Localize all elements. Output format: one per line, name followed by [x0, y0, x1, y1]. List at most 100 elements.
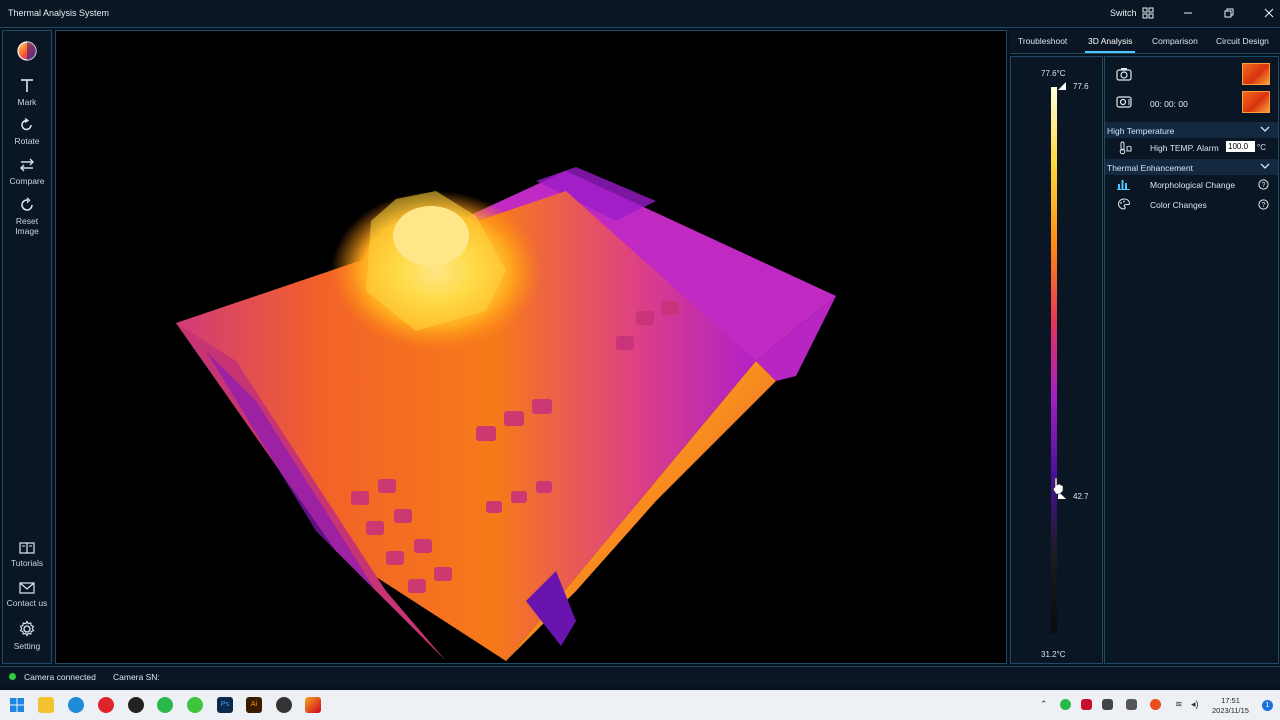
clock-date: 2023/11/15	[1212, 706, 1249, 715]
clock-time: 17:51	[1221, 696, 1240, 705]
snapshot-thumbnail[interactable]	[1242, 63, 1270, 85]
contact-us-label: Contact us	[6, 598, 48, 608]
lower-marker-value: 42.7	[1073, 492, 1089, 501]
camera-icon[interactable]	[1116, 67, 1132, 81]
tutorials-button[interactable]: Tutorials	[3, 541, 51, 568]
qq-app-icon[interactable]	[128, 697, 144, 713]
rotate-icon	[21, 117, 32, 131]
tab-comparison[interactable]: Comparison	[1152, 36, 1198, 46]
illustrator-icon[interactable]: Ai	[246, 697, 262, 713]
svg-text:?: ?	[1262, 202, 1266, 209]
thermal-enhancement-section-header[interactable]: Thermal Enhancement	[1105, 159, 1278, 175]
bar-chart-icon	[1117, 180, 1130, 190]
reset-image-label: Reset Image	[15, 216, 39, 236]
chat-app-icon[interactable]	[187, 697, 203, 713]
app-title: Thermal Analysis System	[8, 8, 110, 18]
photo-capture-row	[1105, 63, 1278, 87]
reset-icon	[21, 197, 33, 211]
camera-serial-label: Camera SN:	[113, 672, 160, 682]
right-options-panel: 00: 00: 00 High Temperature High TEMP. A…	[1104, 56, 1279, 664]
upper-marker-icon[interactable]	[1058, 82, 1068, 90]
thermal-surface-render	[176, 167, 836, 661]
reset-image-button[interactable]: Reset Image	[3, 197, 51, 236]
tray-pen-icon[interactable]	[1102, 699, 1113, 710]
temperature-color-bar	[1051, 87, 1057, 633]
close-button[interactable]	[1258, 4, 1280, 22]
gear-icon	[19, 620, 35, 637]
connection-status-text: Camera connected	[24, 672, 96, 682]
compare-button[interactable]: Compare	[3, 157, 51, 186]
palette-button[interactable]	[3, 41, 51, 64]
analysis-tabs: Troubleshoot 3D Analysis Comparison Circ…	[1010, 30, 1280, 54]
video-capture-row: 00: 00: 00	[1105, 91, 1278, 115]
thermal-app-taskbar-icon[interactable]	[305, 697, 321, 713]
video-record-icon[interactable]	[1116, 95, 1132, 109]
upper-marker-value: 77.6	[1073, 82, 1089, 91]
minimize-button[interactable]	[1177, 4, 1199, 22]
thermometer-alarm-icon	[1119, 141, 1132, 155]
switch-icon	[1142, 7, 1154, 19]
scale-min-label: 31.2°C	[1041, 650, 1066, 659]
morphological-change-row[interactable]: Morphological Change ?	[1105, 176, 1278, 194]
status-bar: Camera connected Camera SN:	[0, 666, 1280, 686]
compare-arrows-icon	[20, 158, 34, 172]
photoshop-icon[interactable]: Ps	[217, 697, 233, 713]
music-app-icon[interactable]	[98, 697, 114, 713]
svg-text:?: ?	[1262, 182, 1266, 189]
mail-icon	[19, 582, 35, 594]
tray-wechat-icon[interactable]	[1060, 699, 1071, 710]
tray-app-icon[interactable]	[1081, 699, 1092, 710]
mark-label: Mark	[17, 97, 37, 107]
mark-button[interactable]: Mark	[3, 78, 51, 107]
edge-browser-icon[interactable]	[68, 697, 84, 713]
tray-settings-icon[interactable]	[1126, 699, 1137, 710]
tray-expand-icon[interactable]: ⌃	[1040, 699, 1048, 710]
palette-icon	[17, 41, 37, 61]
temperature-scale-panel: 77.6°C 77.6 42.7 31.2°C	[1010, 56, 1103, 664]
recording-thumbnail[interactable]	[1242, 91, 1270, 113]
compare-label: Compare	[9, 176, 45, 186]
left-toolbar: Mark Rotate Compare Reset Image Tutorial…	[2, 30, 52, 664]
tutorials-label: Tutorials	[10, 558, 44, 568]
app-window: Thermal Analysis System Switch Mark Rota…	[0, 0, 1280, 720]
morphological-change-label: Morphological Change	[1150, 180, 1236, 190]
setting-button[interactable]: Setting	[3, 620, 51, 651]
help-icon[interactable]: ?	[1258, 199, 1269, 210]
switch-label: Switch	[1110, 8, 1137, 18]
high-temperature-section-header[interactable]: High Temperature	[1105, 122, 1278, 138]
os-taskbar: Ps Ai ⌃ ≋ ◂) 17:51 2023/11/15 1	[0, 690, 1280, 720]
wechat-icon[interactable]	[157, 697, 173, 713]
thermal-enhancement-title: Thermal Enhancement	[1107, 163, 1193, 173]
system-clock[interactable]: 17:51 2023/11/15	[1212, 696, 1249, 716]
high-temp-alarm-input[interactable]	[1226, 141, 1255, 152]
color-changes-row[interactable]: Color Changes ?	[1105, 196, 1278, 214]
chevron-down-icon	[1260, 163, 1270, 169]
color-changes-label: Color Changes	[1150, 200, 1207, 210]
thermal-3d-view[interactable]	[55, 30, 1007, 664]
switch-button[interactable]: Switch	[1110, 7, 1154, 19]
color-palette-icon	[1118, 198, 1130, 210]
alarm-unit-label: °C	[1257, 143, 1266, 152]
rotate-button[interactable]: Rotate	[3, 117, 51, 146]
close-icon	[1264, 8, 1274, 18]
setting-label: Setting	[13, 641, 41, 651]
contact-us-button[interactable]: Contact us	[3, 581, 51, 608]
windows-start-icon[interactable]	[9, 697, 25, 713]
notification-badge[interactable]: 1	[1262, 700, 1273, 711]
minimize-icon	[1184, 12, 1192, 14]
wifi-icon[interactable]: ≋	[1175, 699, 1183, 710]
tray-browser-icon[interactable]	[1150, 699, 1161, 710]
help-icon[interactable]: ?	[1258, 179, 1269, 190]
chevron-down-icon	[1260, 126, 1270, 132]
media-app-icon[interactable]	[276, 697, 292, 713]
tab-troubleshoot[interactable]: Troubleshoot	[1018, 36, 1067, 46]
rotate-label: Rotate	[14, 136, 40, 146]
tab-3d-analysis[interactable]: 3D Analysis	[1084, 36, 1136, 53]
high-temp-alarm-label: High TEMP. Alarm	[1150, 143, 1219, 153]
volume-icon[interactable]: ◂)	[1191, 699, 1199, 710]
restore-button[interactable]	[1218, 4, 1240, 22]
file-explorer-icon[interactable]	[38, 697, 54, 713]
hand-cursor-icon	[1052, 477, 1064, 495]
book-icon	[19, 542, 35, 554]
tab-circuit-design[interactable]: Circuit Design	[1216, 36, 1269, 46]
